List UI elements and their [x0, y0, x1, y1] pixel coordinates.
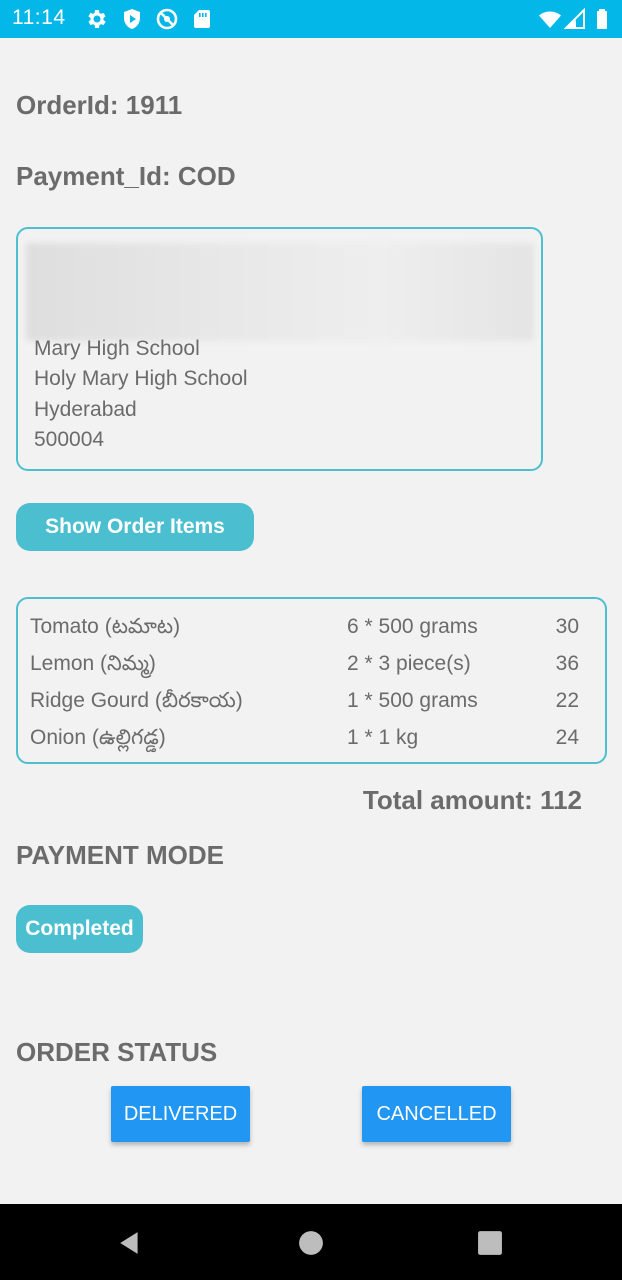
show-order-items-button[interactable]: Show Order Items	[16, 503, 254, 551]
item-price: 36	[555, 652, 579, 675]
item-name: Onion (ఉల్లిగడ్డ)	[30, 726, 166, 749]
item-quantity: 1 * 1 kg	[347, 726, 419, 749]
sd-card-icon	[190, 7, 214, 31]
order-items-card: Tomato (టమాట) 6 * 500 grams 30 Lemon (ని…	[16, 597, 607, 764]
cancelled-button[interactable]: CANCELLED	[362, 1086, 511, 1142]
payment-mode-heading: PAYMENT MODE	[16, 840, 225, 870]
address-pincode: 500004	[34, 428, 105, 451]
no-entry-icon	[155, 7, 179, 31]
item-name: Lemon (నిమ్మ)	[30, 652, 156, 675]
home-icon[interactable]	[298, 1230, 324, 1256]
item-quantity: 1 * 500 grams	[347, 689, 478, 712]
item-price: 22	[555, 689, 579, 712]
back-icon[interactable]	[117, 1230, 143, 1256]
item-name: Tomato (టమాట)	[30, 615, 181, 638]
list-item: Lemon (నిమ్మ) 2 * 3 piece(s) 36	[18, 652, 605, 682]
total-amount: Total amount: 112	[362, 785, 582, 815]
wifi-icon	[538, 7, 562, 31]
address-line: Mary High School	[34, 337, 200, 360]
order-status-heading: ORDER STATUS	[16, 1037, 218, 1067]
signal-icon	[563, 7, 587, 31]
address-line: Holy Mary High School	[34, 367, 248, 390]
address-card: Mary High School Holy Mary High School H…	[16, 227, 543, 471]
payment-status-badge[interactable]: Completed	[16, 905, 143, 953]
item-quantity: 2 * 3 piece(s)	[347, 652, 471, 675]
recents-icon[interactable]	[477, 1230, 503, 1256]
navigation-bar	[0, 1204, 622, 1280]
status-bar: 11:14	[0, 0, 622, 38]
battery-icon	[590, 7, 614, 31]
payment-id: Payment_Id: COD	[16, 161, 236, 191]
list-item: Onion (ఉల్లిగడ్డ) 1 * 1 kg 24	[18, 726, 605, 756]
shield-play-icon	[120, 7, 144, 31]
item-name: Ridge Gourd (బీరకాయ)	[30, 689, 243, 712]
order-id: OrderId: 1911	[16, 90, 183, 120]
list-item: Ridge Gourd (బీరకాయ) 1 * 500 grams 22	[18, 689, 605, 719]
item-price: 30	[555, 615, 579, 638]
address-city: Hyderabad	[34, 398, 137, 421]
gear-icon	[85, 7, 109, 31]
list-item: Tomato (టమాట) 6 * 500 grams 30	[18, 615, 605, 645]
item-price: 24	[555, 726, 579, 749]
delivered-button[interactable]: DELIVERED	[111, 1086, 250, 1142]
item-quantity: 6 * 500 grams	[347, 615, 478, 638]
redacted-address	[26, 243, 534, 341]
status-time: 11:14	[12, 6, 66, 29]
